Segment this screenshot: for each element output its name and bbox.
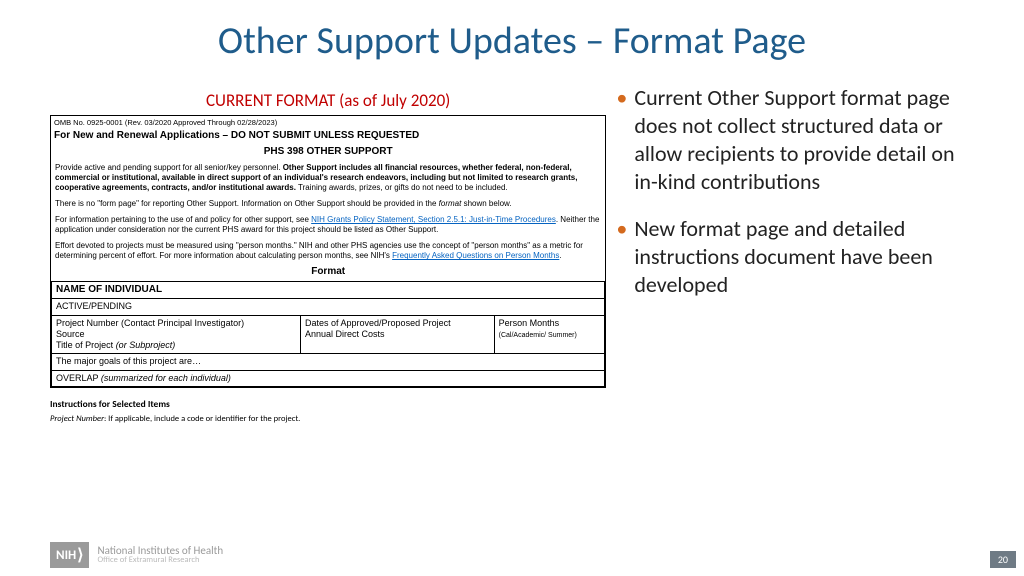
phs-title: PHS 398 OTHER SUPPORT: [51, 144, 605, 161]
form-para-3: For information pertaining to the use of…: [51, 212, 605, 238]
omb-line: OMB No. 0925-0001 (Rev. 03/2020 Approved…: [51, 116, 605, 129]
p4b: .: [559, 251, 561, 260]
chevron-icon: ⟩: [77, 545, 83, 565]
p2a: There is no "form page" for reporting Ot…: [55, 199, 439, 208]
name-row: NAME OF INDIVIDUAL: [52, 281, 605, 299]
format-heading: Format: [51, 264, 605, 281]
format-table: NAME OF INDIVIDUAL ACTIVE/PENDING Projec…: [51, 281, 605, 387]
goals-row: The major goals of this project are…: [52, 354, 605, 370]
p2b: format: [439, 199, 462, 208]
instr-a: Project Number: [50, 414, 104, 424]
overlap-b: (summarized for each individual): [101, 373, 231, 383]
footer-line2: Office of Extramural Research: [97, 556, 223, 565]
col2: Dates of Approved/Proposed Project Annua…: [301, 315, 495, 354]
instructions-heading: Instructions for Selected Items: [50, 398, 606, 410]
slide-title: Other Support Updates – Format Page: [0, 0, 1024, 70]
bullet-list: Current Other Support format page does n…: [616, 70, 974, 299]
content-area: CURRENT FORMAT (as of July 2020) OMB No.…: [0, 70, 1024, 424]
p2c: shown below.: [461, 199, 511, 208]
nih-logo: NIH⟩: [50, 542, 89, 568]
col1: Project Number (Contact Principal Invest…: [52, 315, 301, 354]
nih-text: NIH: [56, 548, 76, 563]
active-row: ACTIVE/PENDING: [52, 299, 605, 315]
bullet-1: Current Other Support format page does n…: [616, 84, 974, 197]
p1c: Training awards, prizes, or gifts do not…: [296, 183, 508, 192]
left-column: CURRENT FORMAT (as of July 2020) OMB No.…: [50, 70, 606, 424]
form-sample: OMB No. 0925-0001 (Rev. 03/2020 Approved…: [50, 115, 606, 388]
policy-link[interactable]: NIH Grants Policy Statement, Section 2.5…: [311, 215, 556, 224]
form-para-1: Provide active and pending support for a…: [51, 160, 605, 196]
c3b: (Cal/Academic/ Summer): [499, 332, 577, 339]
col3: Person Months (Cal/Academic/ Summer): [494, 315, 605, 354]
c2b: Annual Direct Costs: [305, 329, 385, 339]
c3a: Person Months: [499, 318, 560, 328]
c1b: Source: [56, 329, 85, 339]
nih-caption: National Institutes of Health Office of …: [97, 545, 223, 565]
instructions-para: Project Number: If applicable, include a…: [50, 414, 606, 424]
overlap-a: OVERLAP: [56, 373, 101, 383]
c2a: Dates of Approved/Proposed Project: [305, 318, 451, 328]
c1c: Title of Project: [56, 340, 116, 350]
form-para-4: Effort devoted to projects must be measu…: [51, 238, 605, 264]
overlap-row: OVERLAP (summarized for each individual): [52, 370, 605, 386]
page-number: 20: [990, 551, 1016, 568]
current-format-label: CURRENT FORMAT (as of July 2020): [50, 90, 606, 111]
p1a: Provide active and pending support for a…: [55, 163, 283, 172]
instr-b: : If applicable, include a code or ident…: [104, 414, 300, 424]
p3a: For information pertaining to the use of…: [55, 215, 311, 224]
bullet-2: New format page and detailed instruction…: [616, 215, 974, 299]
faq-link[interactable]: Frequently Asked Questions on Person Mon…: [392, 251, 559, 260]
request-line: For New and Renewal Applications – DO NO…: [51, 129, 605, 144]
c1d: (or Subproject): [116, 340, 176, 350]
c1a: Project Number (Contact Principal Invest…: [56, 318, 244, 328]
form-para-2: There is no "form page" for reporting Ot…: [51, 196, 605, 212]
footer: NIH⟩ National Institutes of Health Offic…: [50, 542, 223, 568]
right-column: Current Other Support format page does n…: [606, 70, 974, 424]
